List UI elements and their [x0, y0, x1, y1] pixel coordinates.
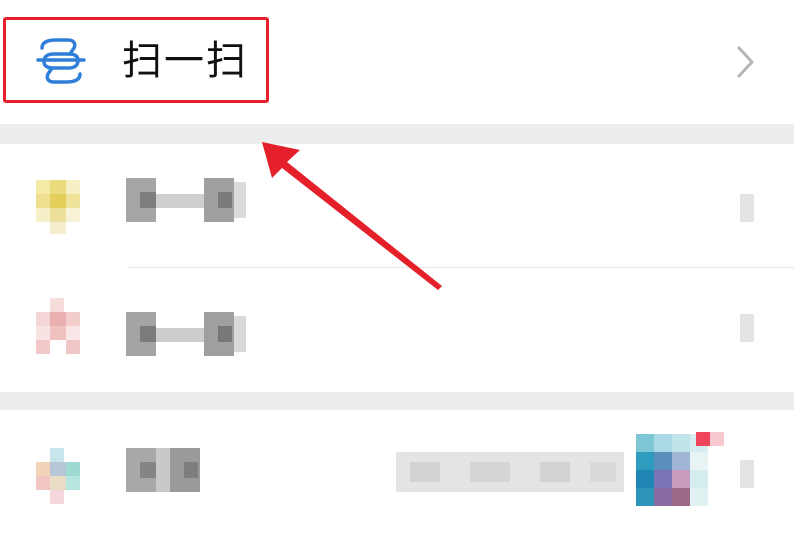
scan-row[interactable]: 扫一扫 [0, 0, 794, 124]
chevron-right-icon [740, 194, 754, 222]
section-gap [0, 124, 794, 144]
chevron-right-icon [737, 46, 754, 78]
chevron-right-icon [740, 314, 754, 342]
list-item[interactable] [0, 144, 794, 268]
section-gap [0, 392, 794, 410]
list-item[interactable] [0, 410, 794, 535]
chevron-right-icon [740, 460, 754, 488]
highlight-box [3, 17, 269, 103]
list-item[interactable] [0, 268, 794, 392]
